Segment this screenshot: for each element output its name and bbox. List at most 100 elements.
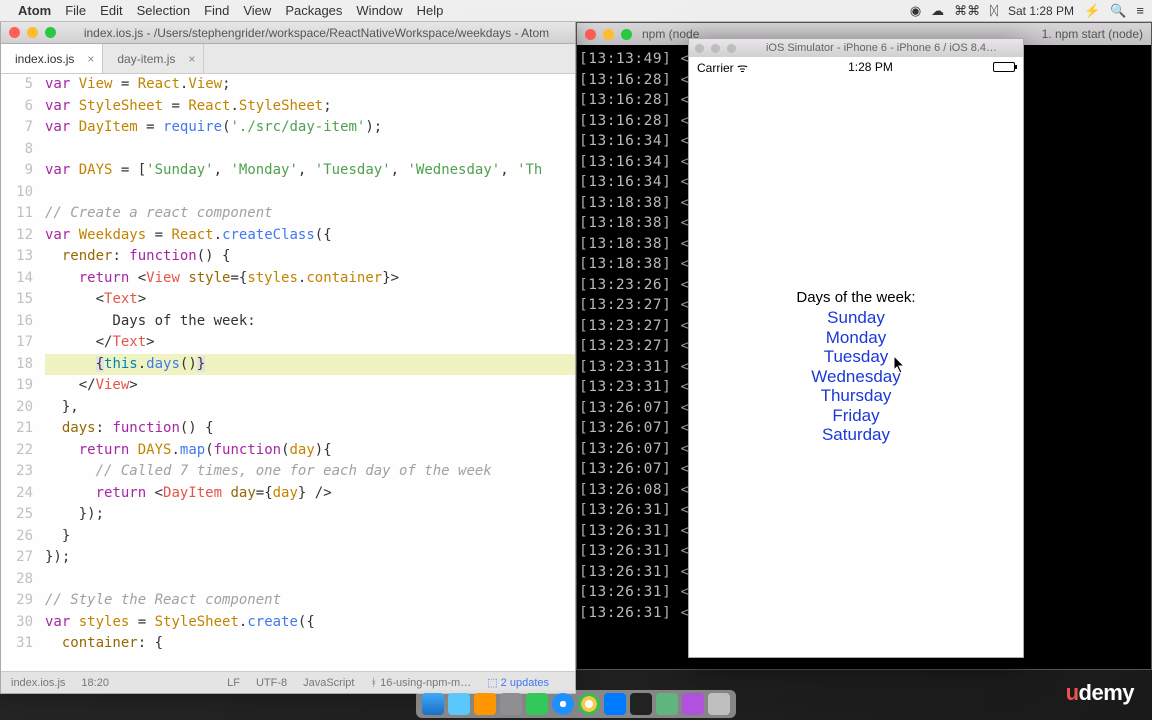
dock-app-icon[interactable] [526,693,548,715]
dock-safari-icon[interactable] [552,693,574,715]
menu-help[interactable]: Help [417,3,444,18]
code-line[interactable]: // Called 7 times, one for each day of t… [45,461,575,483]
menu-edit[interactable]: Edit [100,3,122,18]
code-area[interactable]: var View = React.View;var StyleSheet = R… [41,74,575,671]
menubar-sync-icon[interactable]: ⌘⌘ [954,3,980,19]
code-line[interactable]: // Create a react component [45,203,575,225]
code-line[interactable]: var styles = StyleSheet.create({ [45,612,575,634]
atom-tabs: index.ios.js × day-item.js × [1,44,575,74]
menubar-cloud-icon[interactable]: ☁ [931,3,944,19]
line-number: 13 [1,246,33,268]
code-line[interactable]: days: function() { [45,418,575,440]
dock-app-icon[interactable] [448,693,470,715]
code-line[interactable]: // Style the React component [45,590,575,612]
battery-icon [993,62,1015,72]
menubar-app-name[interactable]: Atom [18,3,51,18]
sim-day-sunday: Sunday [827,308,885,328]
dock[interactable] [416,690,736,718]
status-line-ending[interactable]: LF [227,677,240,689]
spotlight-icon[interactable]: 🔍 [1110,3,1126,19]
code-line[interactable]: var StyleSheet = React.StyleSheet; [45,96,575,118]
status-language[interactable]: JavaScript [303,677,354,689]
code-line[interactable] [45,139,575,161]
code-line[interactable]: var DAYS = ['Sunday', 'Monday', 'Tuesday… [45,160,575,182]
terminal-traffic-lights[interactable] [585,29,632,40]
dock-atom-icon[interactable] [656,693,678,715]
close-icon[interactable] [9,27,20,38]
menu-view[interactable]: View [243,3,271,18]
code-line[interactable]: } [45,526,575,548]
dock-app-icon[interactable] [604,693,626,715]
line-number: 6 [1,96,33,118]
sim-day-tuesday: Tuesday [824,347,889,367]
close-tab-icon[interactable]: × [87,52,94,66]
status-updates[interactable]: ⬚ 2 updates [487,676,549,689]
zoom-icon[interactable] [621,29,632,40]
menubar-extra-icon[interactable]: ᛞ [990,3,998,18]
status-file[interactable]: index.ios.js [11,677,65,689]
menubar-battery-icon[interactable]: ⚡ [1084,3,1100,19]
menu-window[interactable]: Window [356,3,402,18]
code-line[interactable]: var DayItem = require('./src/day-item'); [45,117,575,139]
menubar-status-icon[interactable]: ◉ [910,3,921,19]
code-line[interactable]: }); [45,504,575,526]
menu-selection[interactable]: Selection [137,3,190,18]
code-line[interactable]: }, [45,397,575,419]
status-encoding[interactable]: UTF-8 [256,677,287,689]
menu-find[interactable]: Find [204,3,229,18]
atom-titlebar[interactable]: index.ios.js - /Users/stephengrider/work… [1,22,575,44]
sim-heading: Days of the week: [796,289,915,306]
dock-chrome-icon[interactable] [578,693,600,715]
code-line[interactable]: {this.days()} [45,354,575,376]
ios-simulator-window[interactable]: iOS Simulator - iPhone 6 - iPhone 6 / iO… [688,38,1024,658]
menubar-clock[interactable]: Sat 1:28 PM [1008,4,1074,18]
dock-finder-icon[interactable] [422,693,444,715]
code-line[interactable] [45,182,575,204]
menu-packages[interactable]: Packages [285,3,342,18]
notification-icon[interactable]: ≡ [1136,3,1144,18]
code-line[interactable]: var View = React.View; [45,74,575,96]
zoom-icon[interactable] [727,44,736,53]
line-number: 17 [1,332,33,354]
line-number: 28 [1,569,33,591]
line-number: 25 [1,504,33,526]
tab-index-ios-js[interactable]: index.ios.js × [1,44,103,73]
menu-file[interactable]: File [65,3,86,18]
code-editor[interactable]: 5678910111213141516171819202122232425262… [1,74,575,671]
zoom-icon[interactable] [45,27,56,38]
atom-traffic-lights[interactable] [9,27,56,38]
simulator-titlebar[interactable]: iOS Simulator - iPhone 6 - iPhone 6 / iO… [689,39,1023,57]
line-number: 8 [1,139,33,161]
line-number: 5 [1,74,33,96]
code-line[interactable]: Days of the week: [45,311,575,333]
tab-day-item-js[interactable]: day-item.js × [103,44,204,73]
line-number: 30 [1,612,33,634]
close-icon[interactable] [695,44,704,53]
simulator-traffic-lights[interactable] [695,44,736,53]
minimize-icon[interactable] [711,44,720,53]
minimize-icon[interactable] [27,27,38,38]
code-line[interactable]: </View> [45,375,575,397]
dock-trash-icon[interactable] [708,693,730,715]
dock-app-icon[interactable] [682,693,704,715]
status-git-branch[interactable]: ᚼ 16-using-npm-m… [370,677,471,689]
code-line[interactable]: </Text> [45,332,575,354]
status-cursor-pos[interactable]: 18:20 [81,677,109,689]
code-line[interactable]: return <View style={styles.container}> [45,268,575,290]
code-line[interactable]: return <DayItem day={day} /> [45,483,575,505]
dock-app-icon[interactable] [500,693,522,715]
code-line[interactable]: <Text> [45,289,575,311]
sim-app-content[interactable]: Days of the week: Sunday Monday Tuesday … [689,77,1023,657]
dock-app-icon[interactable] [474,693,496,715]
close-icon[interactable] [585,29,596,40]
code-line[interactable]: return DAYS.map(function(day){ [45,440,575,462]
dock-terminal-icon[interactable] [630,693,652,715]
atom-window[interactable]: index.ios.js - /Users/stephengrider/work… [0,22,576,694]
code-line[interactable]: container: { [45,633,575,655]
code-line[interactable]: render: function() { [45,246,575,268]
code-line[interactable]: var Weekdays = React.createClass({ [45,225,575,247]
code-line[interactable] [45,569,575,591]
close-tab-icon[interactable]: × [188,52,195,66]
minimize-icon[interactable] [603,29,614,40]
code-line[interactable]: }); [45,547,575,569]
